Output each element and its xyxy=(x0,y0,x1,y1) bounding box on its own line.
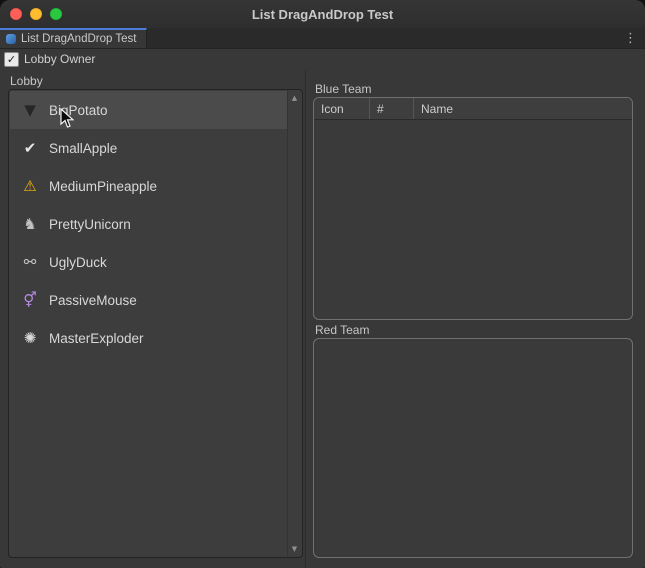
vertical-scrollbar[interactable]: ▲ ▼ xyxy=(287,91,301,556)
red-team-list[interactable] xyxy=(313,338,633,558)
lobby-list: ▼ BigPotato ✔ SmallApple ⚠ MediumPineapp… xyxy=(8,89,303,558)
column-header-number[interactable]: # xyxy=(370,98,414,119)
list-item-masterexploder[interactable]: ✺ MasterExploder xyxy=(10,319,288,357)
lobby-list-rows: ▼ BigPotato ✔ SmallApple ⚠ MediumPineapp… xyxy=(10,91,288,357)
app-window: List DragAndDrop Test List DragAndDrop T… xyxy=(0,0,645,568)
list-item-label: MasterExploder xyxy=(49,331,144,346)
check-icon: ✓ xyxy=(7,54,16,65)
tab-strip: List DragAndDrop Test ⋮ xyxy=(0,28,645,49)
traffic-lights xyxy=(10,8,62,20)
column-header-icon[interactable]: Icon xyxy=(314,98,370,119)
list-item-label: SmallApple xyxy=(49,141,117,156)
zoom-button[interactable] xyxy=(50,8,62,20)
lobby-owner-label: Lobby Owner xyxy=(24,52,95,66)
column-header-name[interactable]: Name xyxy=(414,98,632,119)
warning-icon: ⚠ xyxy=(20,176,40,196)
scroll-up-icon[interactable]: ▲ xyxy=(292,94,297,102)
list-item-smallapple[interactable]: ✔ SmallApple xyxy=(10,129,288,167)
unicorn-icon: ♞ xyxy=(20,214,40,234)
blue-team-label: Blue Team xyxy=(315,82,371,96)
pane-splitter[interactable] xyxy=(305,70,306,568)
list-item-passivemouse[interactable]: ⚥ PassiveMouse xyxy=(10,281,288,319)
scroll-down-icon[interactable]: ▼ xyxy=(292,545,297,553)
list-item-prettyunicorn[interactable]: ♞ PrettyUnicorn xyxy=(10,205,288,243)
window-title: List DragAndDrop Test xyxy=(252,7,393,22)
minimize-button[interactable] xyxy=(30,8,42,20)
title-bar[interactable]: List DragAndDrop Test xyxy=(0,0,645,29)
checkmark-icon: ✔ xyxy=(20,138,40,158)
list-item-label: BigPotato xyxy=(49,103,108,118)
mouse-icon: ⚥ xyxy=(20,290,40,310)
kebab-menu-icon[interactable]: ⋮ xyxy=(624,28,637,48)
list-item-label: PassiveMouse xyxy=(49,293,137,308)
toolbar: ✓ Lobby Owner xyxy=(0,48,645,70)
lobby-label: Lobby xyxy=(10,74,43,88)
triangle-down-icon: ▼ xyxy=(20,100,40,120)
blue-team-header: Icon # Name xyxy=(314,98,632,120)
list-item-mediumpineapple[interactable]: ⚠ MediumPineapple xyxy=(10,167,288,205)
tab-list-draganddrop-test[interactable]: List DragAndDrop Test xyxy=(0,28,147,48)
tab-icon xyxy=(6,34,16,44)
list-item-uglyduck[interactable]: ⚯ UglyDuck xyxy=(10,243,288,281)
blue-team-list[interactable]: Icon # Name xyxy=(313,97,633,320)
close-button[interactable] xyxy=(10,8,22,20)
explosion-icon: ✺ xyxy=(20,328,40,348)
list-item-label: MediumPineapple xyxy=(49,179,157,194)
list-item-bigpotato[interactable]: ▼ BigPotato xyxy=(10,91,288,129)
lobby-owner-checkbox[interactable]: ✓ xyxy=(4,52,19,67)
red-team-label: Red Team xyxy=(315,323,369,337)
list-item-label: PrettyUnicorn xyxy=(49,217,131,232)
tab-label: List DragAndDrop Test xyxy=(21,33,136,45)
list-item-label: UglyDuck xyxy=(49,255,107,270)
duck-icon: ⚯ xyxy=(20,252,40,272)
